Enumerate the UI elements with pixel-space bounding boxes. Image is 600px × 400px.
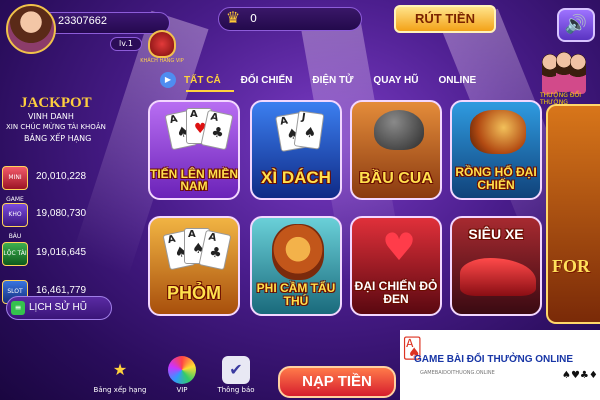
- tab-slots[interactable]: QUAY HŨ: [373, 75, 418, 86]
- vip-rank-badge[interactable]: KHÁCH HÀNG VIP: [140, 30, 184, 66]
- active-tab-indicator: [186, 90, 234, 92]
- game-tile-rong-ho[interactable]: RỒNG HỔ ĐẠI CHIẾN: [450, 100, 542, 200]
- ranking-heading[interactable]: BẢNG XẾP HẠNG: [24, 134, 91, 143]
- trophy-star-icon: ★: [112, 360, 128, 379]
- play-icon[interactable]: ▶: [160, 72, 176, 88]
- nav-label: Thông báo: [217, 386, 255, 394]
- jackpot-value: 16,461,779: [36, 285, 87, 296]
- rank-badge-label: KHÁCH HÀNG VIP: [140, 58, 184, 64]
- level-badge: lv.1: [110, 37, 142, 51]
- game-title: TIẾN LÊN MIỀN NAM: [150, 167, 239, 193]
- heart-club-icon: ♥: [381, 225, 417, 269]
- watermark-url: GAMEBAIDOITHUONG.ONLINE: [420, 370, 495, 376]
- sound-toggle-button[interactable]: 🔊: [557, 8, 595, 42]
- bowl-icon: [374, 110, 424, 150]
- user-id: 23307662: [58, 15, 107, 27]
- withdraw-button[interactable]: RÚT TIỀN: [394, 5, 496, 33]
- nav-vip[interactable]: VIP: [152, 356, 212, 394]
- card-icon: J ♠: [293, 110, 325, 150]
- treasure-icon: KHO BÁU: [2, 203, 28, 240]
- jackpot-title: JACKPOT: [20, 95, 92, 111]
- tab-versus[interactable]: ĐỐI CHIẾN: [241, 75, 293, 86]
- game-tile-tien-len[interactable]: A ♠ A ♥ A ♣ TIẾN LÊN MIỀN NAM: [148, 100, 240, 200]
- coin-balance: 0: [250, 12, 257, 25]
- notification-icon: ✔: [222, 356, 250, 384]
- fortune-banner-text: FOR: [552, 256, 590, 276]
- watermark-panel: [400, 330, 600, 400]
- card-suits-icon: ♠♥♣♦: [562, 370, 598, 381]
- jackpot-row[interactable]: LỘC TÀI 19,016,645: [0, 242, 138, 266]
- speaker-icon: 🔊: [564, 14, 588, 35]
- jackpot-value: 19,016,645: [36, 247, 87, 258]
- nav-leaderboard[interactable]: ★ Bảng xếp hạng: [90, 356, 150, 394]
- game-title: ĐẠI CHIẾN ĐỎ ĐEN: [354, 279, 438, 306]
- jackpot-value: 20,010,228: [36, 171, 87, 182]
- game-title: PHỎM: [167, 283, 221, 303]
- history-icon: ≡: [11, 301, 25, 315]
- history-label: LỊCH SỬ HŨ: [29, 302, 87, 313]
- crown-icon: ♛: [225, 8, 241, 27]
- tab-electronic[interactable]: ĐIỆN TỬ: [312, 75, 353, 86]
- jackpot-row[interactable]: MINI GAME 20,010,228: [0, 166, 138, 203]
- congrats-text: XIN CHÚC MỪNG TÀI KHOẢN: [6, 123, 106, 131]
- game-category-tabs: TẤT CẢ ĐỐI CHIẾN ĐIỆN TỬ QUAY HŨ ONLINE: [184, 66, 540, 94]
- rank-shield-icon: [148, 30, 176, 58]
- jackpot-row[interactable]: KHO BÁU 19,080,730: [0, 203, 138, 240]
- supercar-icon: [460, 258, 536, 296]
- honor-heading: VINH DANH: [28, 112, 74, 121]
- game-title: SIÊU XE: [468, 226, 524, 242]
- nav-notifications[interactable]: ✔ Thông báo: [206, 356, 266, 394]
- dragon-tiger-icon: [470, 110, 526, 154]
- game-tile-phom[interactable]: A ♠ A ♠ A ♣ PHỎM: [148, 216, 240, 316]
- vip-wheel-icon: [168, 356, 196, 384]
- game-title: PHI CẦM TẨU THÚ: [256, 281, 336, 308]
- game-title: RỒNG HỔ ĐẠI CHIẾN: [455, 165, 537, 192]
- nav-label: Bảng xếp hạng: [93, 386, 147, 394]
- jackpot-history-button[interactable]: ≡ LỊCH SỬ HŨ: [6, 296, 112, 320]
- avatar: [570, 54, 586, 94]
- game-title: XÌ DÁCH: [261, 168, 331, 187]
- jackpot-value: 19,080,730: [36, 208, 87, 219]
- nav-label: VIP: [176, 386, 188, 394]
- mini-game-icon: MINI GAME: [2, 166, 28, 203]
- game-title: BẦU CUA: [359, 170, 433, 187]
- tab-all[interactable]: TẤT CẢ: [184, 75, 221, 86]
- lion-icon: [272, 224, 324, 280]
- tab-online[interactable]: ONLINE: [438, 75, 476, 86]
- fortune-game-banner[interactable]: [546, 104, 600, 324]
- game-tile-do-den[interactable]: ♥ ĐẠI CHIẾN ĐỎ ĐEN: [350, 216, 442, 316]
- fortune-icon: LỘC TÀI: [2, 242, 28, 266]
- game-tile-sieu-xe[interactable]: SIÊU XE: [450, 216, 542, 316]
- game-tile-phi-cam[interactable]: PHI CẦM TẨU THÚ: [250, 216, 342, 316]
- game-tile-xi-dach[interactable]: A ♠ J ♠ XÌ DÁCH: [250, 100, 342, 200]
- avatar[interactable]: [6, 4, 56, 54]
- deposit-button[interactable]: NẠP TIỀN: [278, 366, 396, 398]
- game-tile-bau-cua[interactable]: BẦU CUA: [350, 100, 442, 200]
- watermark-title: GAME BÀI ĐỔI THƯỞNG ONLINE: [414, 354, 574, 365]
